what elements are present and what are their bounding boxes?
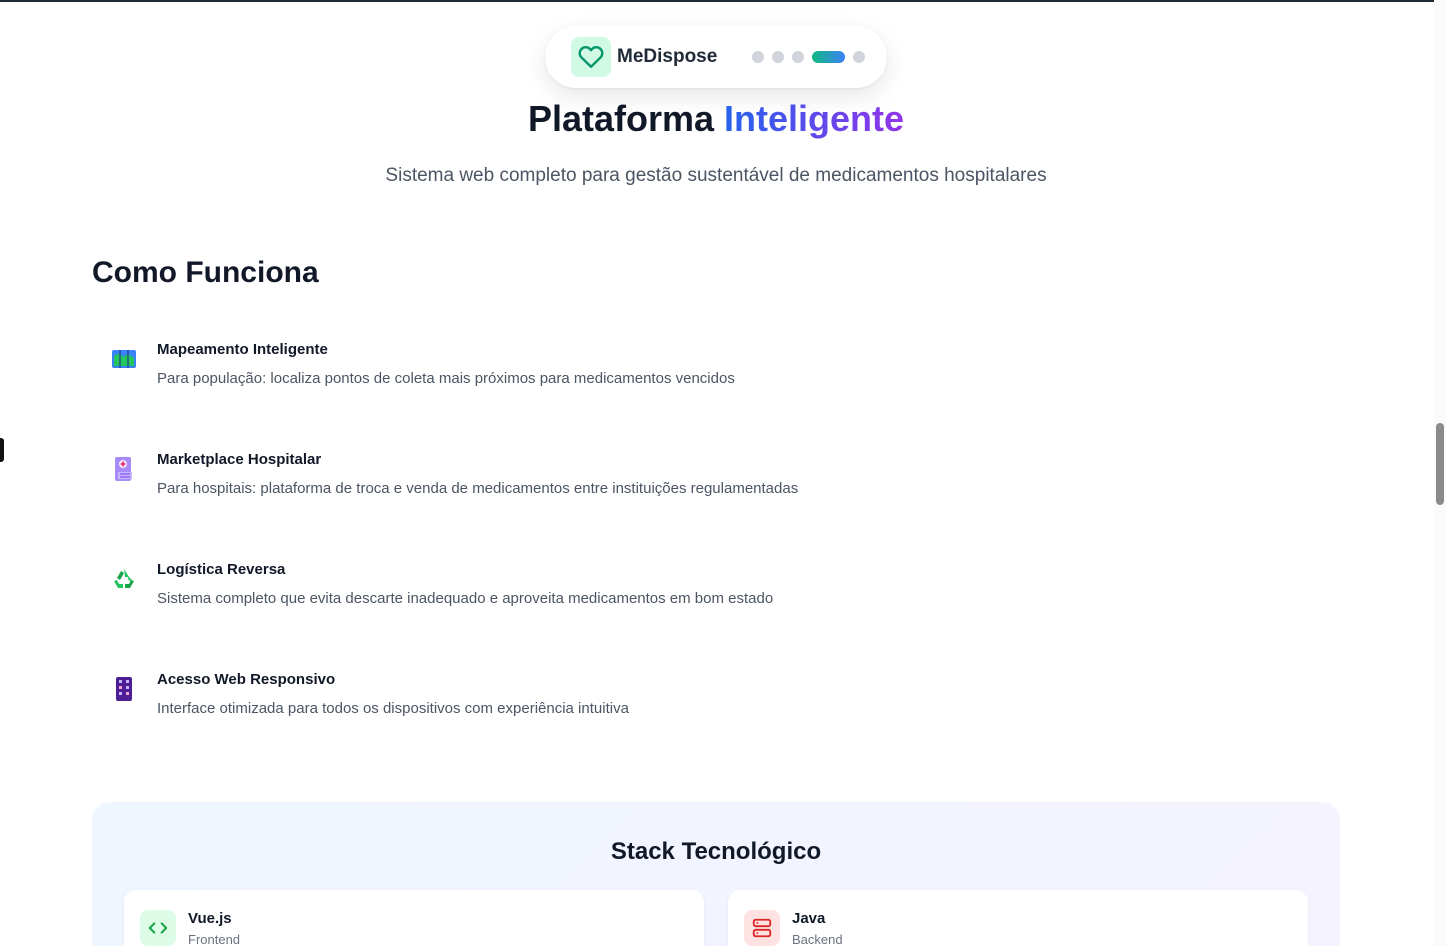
tech-role: Backend	[792, 932, 843, 946]
feature-title: Logística Reversa	[157, 561, 286, 578]
scrollbar-thumb[interactable]	[1436, 423, 1444, 505]
carousel-dot-4-active[interactable]	[812, 51, 846, 63]
building-icon	[110, 675, 138, 703]
tech-name: Vue.js	[188, 910, 232, 927]
brand-name[interactable]: MeDispose	[617, 46, 717, 68]
tech-card-vuejs[interactable]: Vue.js Frontend	[124, 890, 704, 946]
feature-description: Interface otimizada para todos os dispos…	[157, 700, 629, 717]
nav-pill: MeDispose	[545, 26, 887, 88]
heart-icon[interactable]	[571, 37, 611, 77]
server-icon	[744, 910, 780, 946]
feature-item-mapping: Mapeamento Inteligente Para população: l…	[110, 341, 1010, 401]
map-icon	[110, 345, 138, 373]
feature-description: Para população: localiza pontos de colet…	[157, 370, 735, 387]
hospital-icon	[110, 455, 138, 483]
feature-description: Sistema completo que evita descarte inad…	[157, 590, 774, 607]
window-top-border	[0, 0, 1446, 2]
carousel-dot-2[interactable]	[772, 51, 785, 63]
feature-item-web-access: Acesso Web Responsivo Interface otimizad…	[110, 671, 1010, 731]
code-icon	[140, 910, 176, 946]
tech-name: Java	[792, 910, 826, 927]
feature-title: Mapeamento Inteligente	[157, 341, 328, 358]
feature-item-marketplace: Marketplace Hospitalar Para hospitais: p…	[110, 451, 1010, 511]
section-title-how-it-works: Como Funciona	[92, 256, 319, 289]
carousel-dot-5[interactable]	[853, 51, 866, 63]
side-handle[interactable]	[0, 438, 4, 462]
carousel-dot-3[interactable]	[792, 51, 805, 63]
feature-item-logistics: Logística Reversa Sistema completo que e…	[110, 561, 1010, 621]
recycle-icon	[110, 565, 138, 593]
feature-title: Acesso Web Responsivo	[157, 671, 336, 688]
hero-title-accent: Inteligente	[724, 98, 905, 139]
tech-role: Frontend	[188, 932, 241, 946]
tech-stack-panel: Stack Tecnológico Vue.js Frontend Java B…	[92, 802, 1340, 946]
feature-description: Para hospitais: plataforma de troca e ve…	[157, 480, 799, 497]
hero-title: Plataforma Inteligente	[0, 98, 1432, 140]
hero-title-main: Plataforma	[527, 98, 715, 139]
carousel-dot-1[interactable]	[752, 51, 765, 63]
feature-title: Marketplace Hospitalar	[157, 451, 322, 468]
stack-title: Stack Tecnológico	[610, 838, 822, 865]
tech-card-java[interactable]: Java Backend	[728, 890, 1308, 946]
carousel-dots	[752, 51, 866, 63]
hero-subtitle: Sistema web completo para gestão sustent…	[385, 165, 1047, 186]
